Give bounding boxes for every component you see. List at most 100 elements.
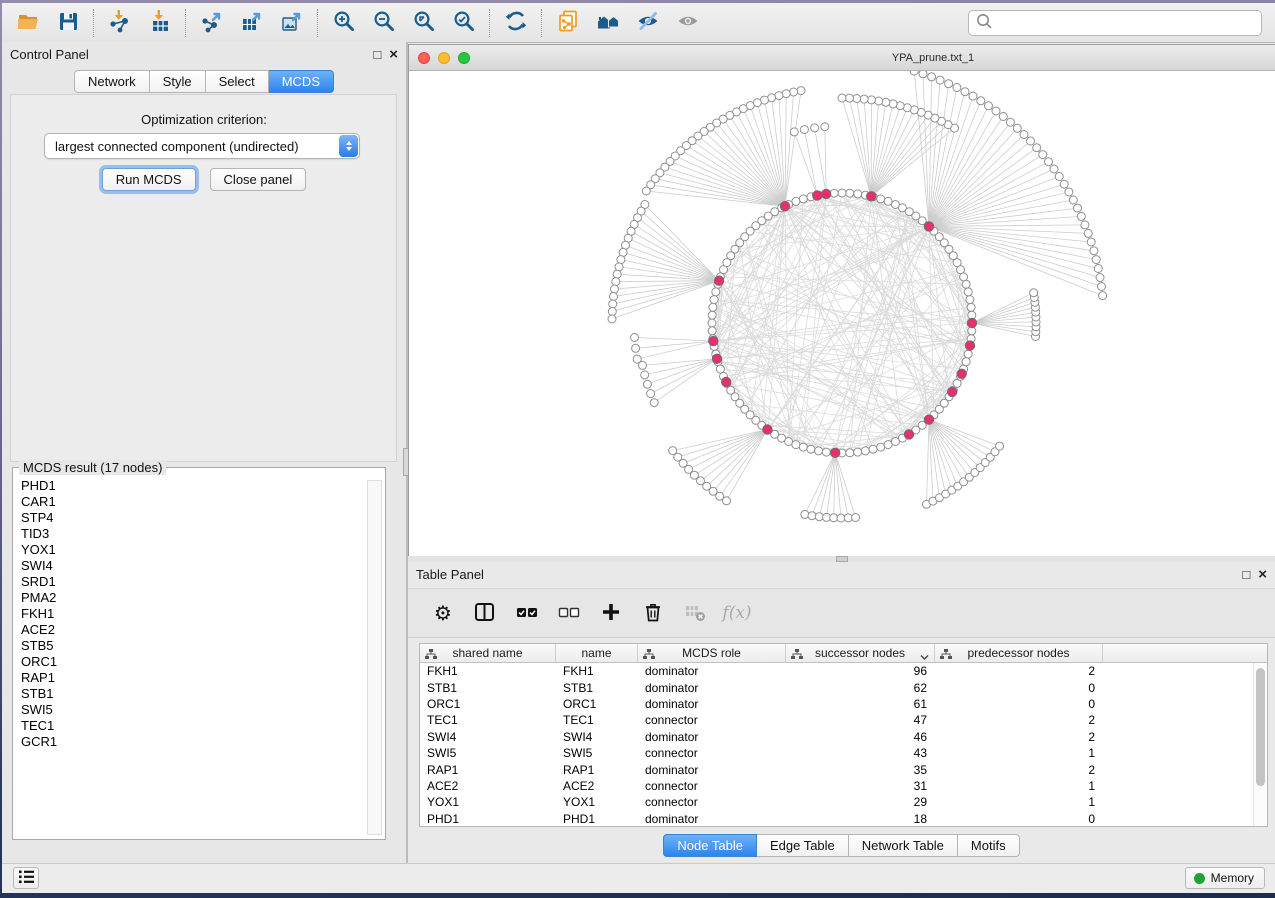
network-node[interactable]	[712, 288, 720, 296]
save-session-button[interactable]	[48, 7, 88, 39]
task-history-button[interactable]	[13, 867, 39, 889]
refresh-view-button[interactable]	[496, 7, 536, 39]
network-leaf-node[interactable]	[642, 187, 650, 195]
mcds-hub-node[interactable]	[813, 191, 822, 200]
network-leaf-node[interactable]	[1074, 204, 1082, 212]
network-leaf-node[interactable]	[969, 92, 977, 100]
network-leaf-node[interactable]	[1045, 158, 1053, 166]
network-leaf-node[interactable]	[1006, 118, 1014, 126]
settings-gear-button[interactable]: ⚙	[430, 600, 456, 626]
column-layout-button[interactable]	[472, 600, 498, 626]
network-leaf-node[interactable]	[867, 96, 875, 104]
network-leaf-node[interactable]	[811, 124, 819, 132]
tab-edge-table[interactable]: Edge Table	[757, 834, 849, 857]
network-node[interactable]	[807, 445, 815, 453]
export-network-button[interactable]	[192, 7, 232, 39]
network-leaf-node[interactable]	[790, 128, 798, 136]
network-leaf-node[interactable]	[1094, 265, 1102, 273]
network-leaf-node[interactable]	[945, 80, 953, 88]
mcds-hub-node[interactable]	[712, 354, 721, 363]
network-leaf-node[interactable]	[1090, 247, 1098, 255]
network-node[interactable]	[877, 195, 885, 203]
network-node[interactable]	[792, 441, 800, 449]
table-row[interactable]: YOX1YOX1connector291	[420, 794, 1267, 810]
network-leaf-node[interactable]	[615, 263, 623, 271]
mcds-hub-node[interactable]	[822, 189, 831, 198]
network-leaf-node[interactable]	[643, 380, 651, 388]
network-leaf-node[interactable]	[860, 95, 868, 103]
network-leaf-node[interactable]	[775, 92, 783, 100]
column-header-predecessor-nodes[interactable]: predecessor nodes	[935, 644, 1103, 662]
mcds-result-item[interactable]: FKH1	[21, 606, 367, 622]
network-leaf-node[interactable]	[1081, 221, 1089, 229]
network-leaf-node[interactable]	[1055, 173, 1063, 181]
export-image-button[interactable]	[272, 7, 312, 39]
network-leaf-node[interactable]	[875, 97, 883, 105]
network-node[interactable]	[964, 288, 972, 296]
column-header-MCDS-role[interactable]: MCDS role	[638, 644, 786, 662]
network-leaf-node[interactable]	[610, 293, 618, 301]
mcds-result-item[interactable]: STB5	[21, 638, 367, 654]
network-node[interactable]	[822, 448, 830, 456]
close-window-icon[interactable]	[418, 52, 430, 64]
table-row[interactable]: SWI4SWI4dominator462	[420, 729, 1267, 745]
network-leaf-node[interactable]	[800, 126, 808, 134]
network-leaf-node[interactable]	[1084, 229, 1092, 237]
network-node[interactable]	[960, 273, 968, 281]
mcds-result-item[interactable]: RAP1	[21, 670, 367, 686]
network-leaf-node[interactable]	[1065, 188, 1073, 196]
open-file-button[interactable]	[8, 7, 48, 39]
mcds-result-list[interactable]: PHD1CAR1STP4TID3YOX1SWI4SRD1PMA2FKH1ACE2…	[15, 478, 367, 837]
close-panel-button[interactable]: Close panel	[210, 168, 307, 191]
network-node[interactable]	[708, 319, 716, 327]
home-view-button[interactable]	[588, 7, 628, 39]
network-node[interactable]	[869, 445, 877, 453]
mcds-hub-node[interactable]	[965, 341, 974, 350]
network-leaf-node[interactable]	[723, 497, 731, 505]
network-leaf-node[interactable]	[821, 123, 829, 131]
network-leaf-node[interactable]	[1087, 238, 1095, 246]
network-leaf-node[interactable]	[617, 256, 625, 264]
mcds-hub-node[interactable]	[924, 415, 933, 424]
network-leaf-node[interactable]	[608, 308, 616, 316]
mcds-hub-node[interactable]	[709, 336, 718, 345]
network-leaf-node[interactable]	[650, 399, 658, 407]
network-leaf-node[interactable]	[996, 442, 1004, 450]
network-leaf-node[interactable]	[815, 513, 823, 521]
network-node[interactable]	[708, 311, 716, 319]
network-leaf-node[interactable]	[613, 270, 621, 278]
network-leaf-node[interactable]	[1027, 137, 1035, 145]
mcds-result-item[interactable]: TEC1	[21, 718, 367, 734]
network-node[interactable]	[846, 449, 854, 457]
network-leaf-node[interactable]	[612, 278, 620, 286]
float-panel-icon[interactable]: □	[373, 48, 381, 61]
mcds-hub-node[interactable]	[722, 377, 731, 386]
network-leaf-node[interactable]	[928, 73, 936, 81]
network-leaf-node[interactable]	[632, 344, 640, 352]
tab-node-table[interactable]: Node Table	[663, 834, 757, 857]
import-table-button[interactable]	[140, 7, 180, 39]
network-leaf-node[interactable]	[790, 88, 798, 96]
network-leaf-node[interactable]	[611, 285, 619, 293]
float-table-panel-icon[interactable]: □	[1242, 568, 1250, 581]
zoom-out-button[interactable]	[364, 7, 404, 39]
delete-row-button[interactable]	[640, 600, 666, 626]
network-leaf-node[interactable]	[1098, 283, 1106, 291]
import-network-button[interactable]	[100, 7, 140, 39]
network-node[interactable]	[854, 190, 862, 198]
tab-network[interactable]: Network	[74, 70, 150, 93]
tab-motifs[interactable]: Motifs	[958, 834, 1020, 857]
network-leaf-node[interactable]	[1039, 151, 1047, 159]
network-leaf-node[interactable]	[1030, 289, 1038, 297]
export-table-button[interactable]	[232, 7, 272, 39]
mcds-result-item[interactable]: STB1	[21, 686, 367, 702]
close-table-panel-icon[interactable]: ×	[1258, 567, 1267, 582]
network-leaf-node[interactable]	[801, 510, 809, 518]
table-row[interactable]: FKH1FKH1dominator962	[420, 663, 1267, 679]
network-leaf-node[interactable]	[977, 97, 985, 105]
close-panel-icon[interactable]: ×	[389, 47, 398, 62]
network-canvas[interactable]	[409, 71, 1275, 556]
criterion-dropdown[interactable]: largest connected component (undirected)	[44, 133, 360, 159]
network-leaf-node[interactable]	[1099, 292, 1107, 300]
network-leaf-node[interactable]	[961, 88, 969, 96]
